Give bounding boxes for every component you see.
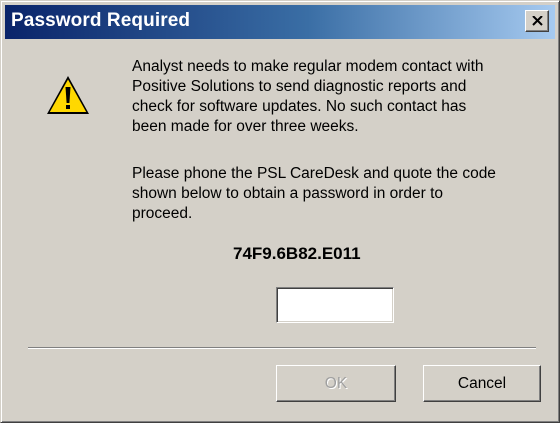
dialog-title: Password Required <box>11 10 191 31</box>
title-bar: Password Required <box>5 5 555 39</box>
separator <box>28 347 536 349</box>
message-paragraph-1: Analyst needs to make regular modem cont… <box>132 58 484 135</box>
contact-code: 74F9.6B82.E011 <box>233 244 361 263</box>
close-x-icon <box>532 16 543 26</box>
ok-button[interactable]: OK <box>276 365 396 402</box>
message-paragraph-2: Please phone the PSL CareDesk and quote … <box>132 165 496 222</box>
password-input[interactable] <box>276 287 394 323</box>
warning-icon <box>47 76 89 114</box>
cancel-button[interactable]: Cancel <box>423 365 541 402</box>
password-dialog: Password Required Analyst needs to make … <box>0 0 560 423</box>
close-button[interactable] <box>525 10 549 32</box>
